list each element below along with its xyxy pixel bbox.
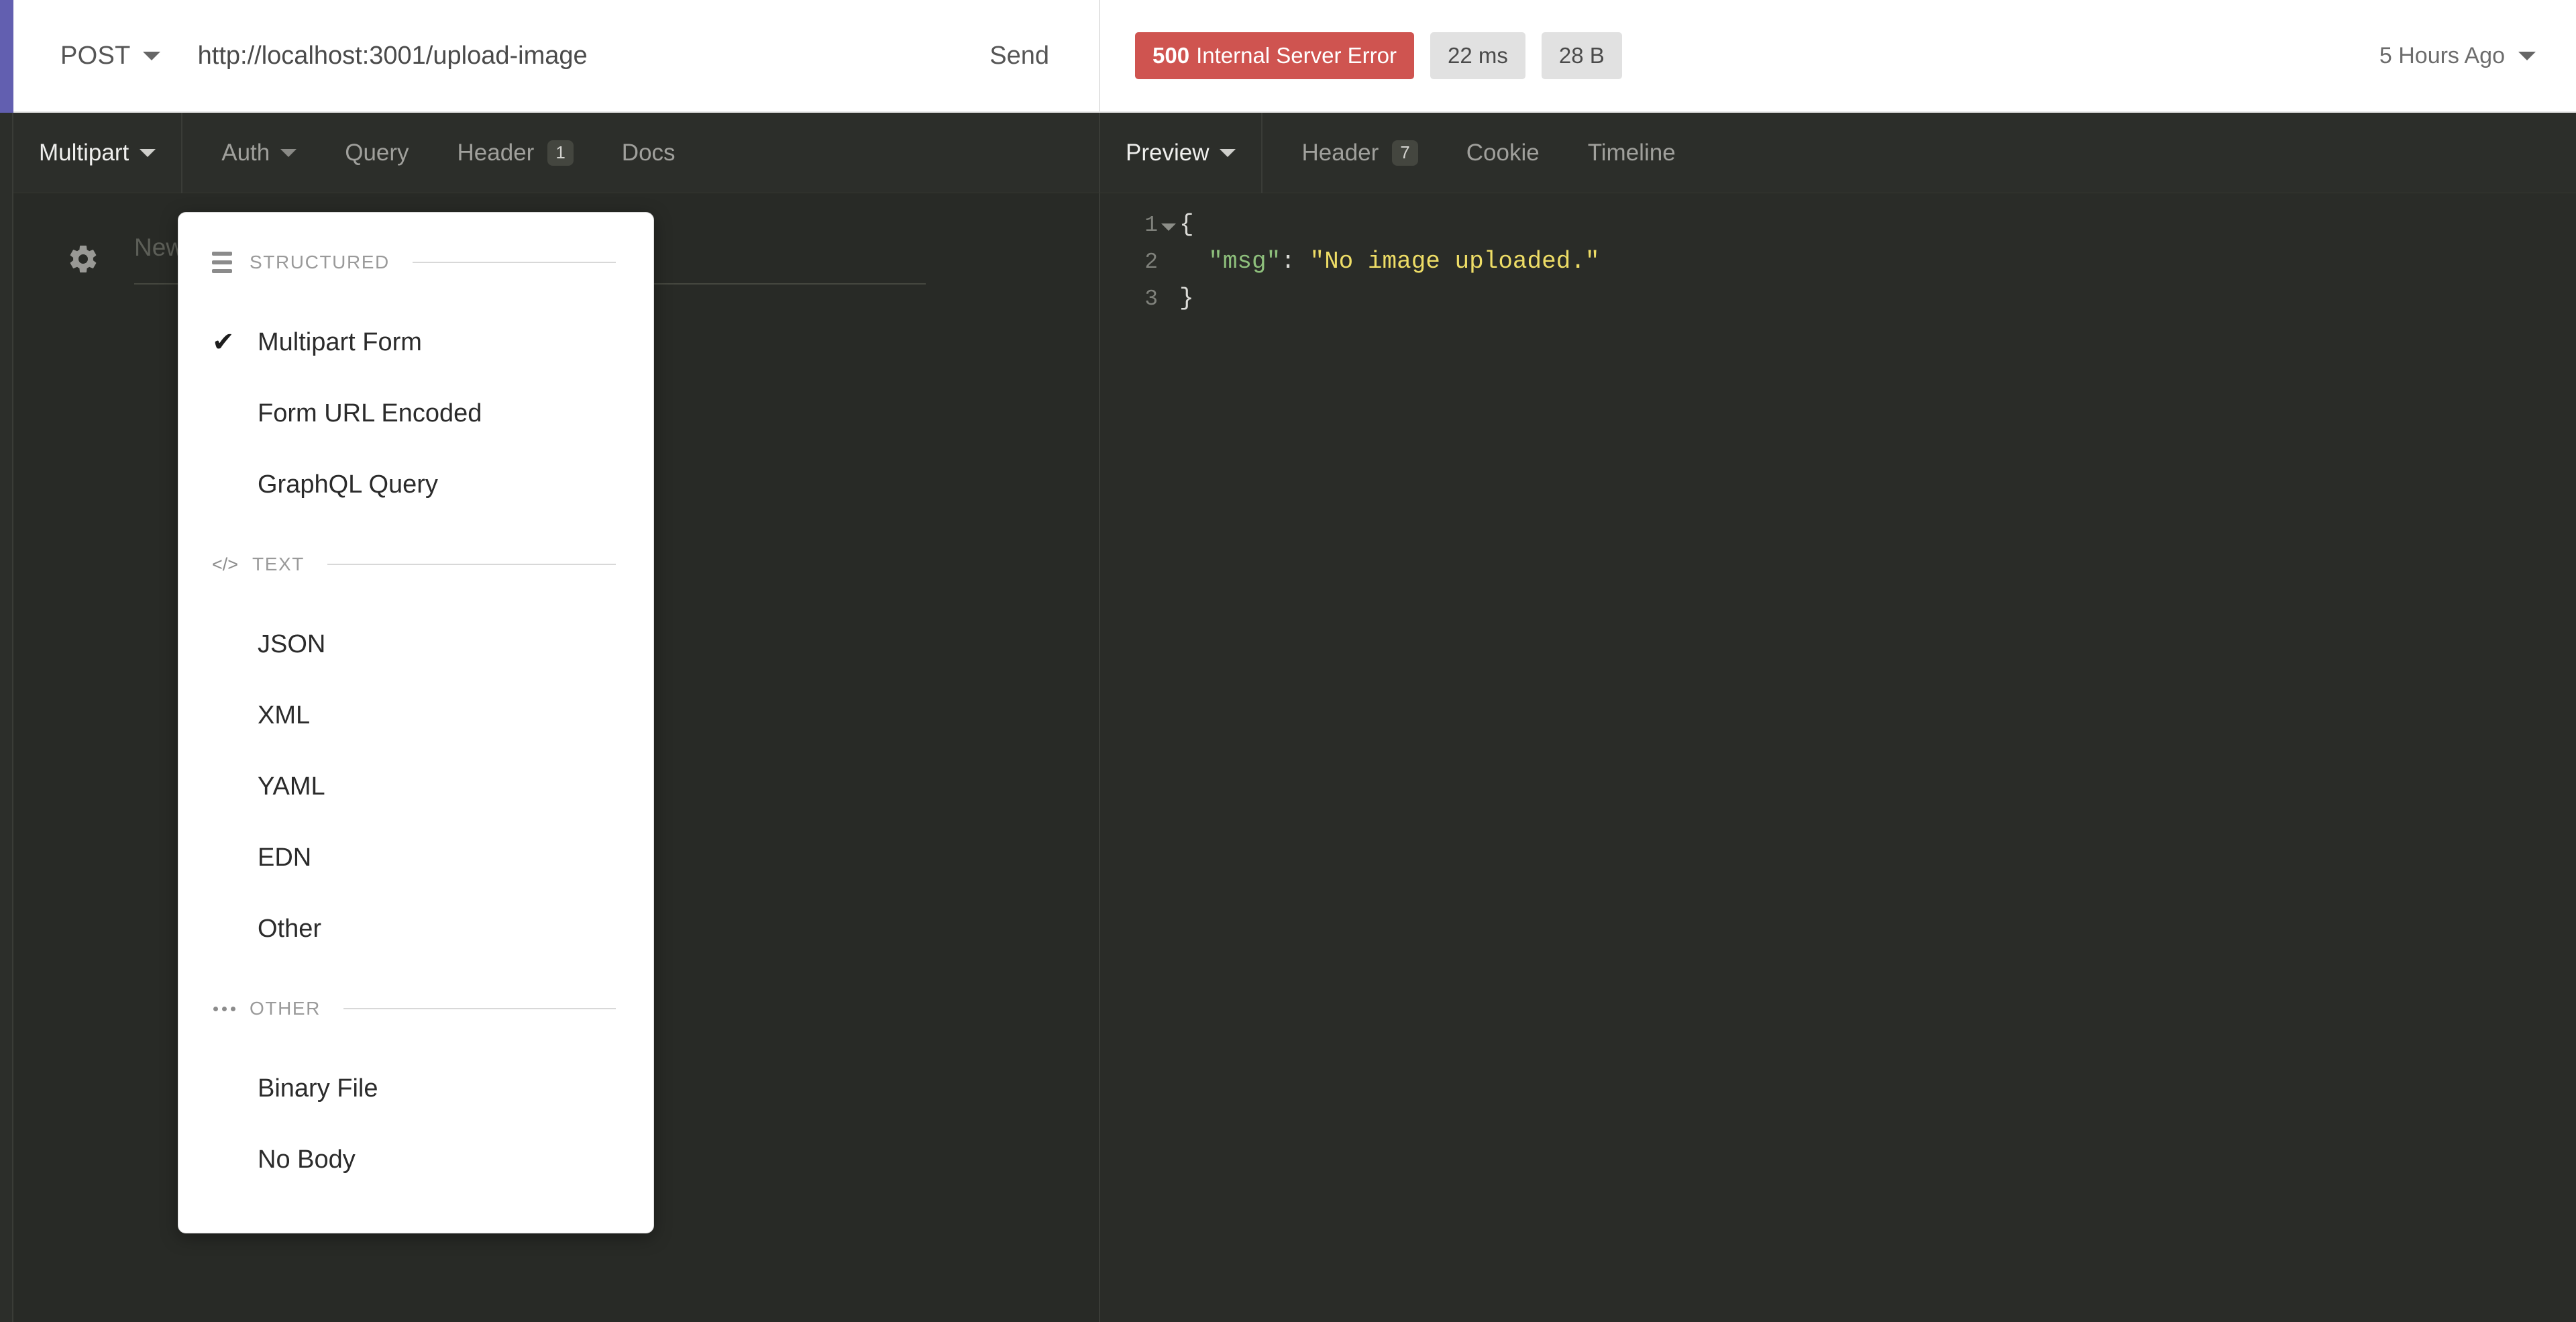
- menu-gap: [178, 589, 653, 609]
- menu-gap: [178, 1033, 653, 1053]
- tab-response-header[interactable]: Header 7: [1277, 113, 1442, 193]
- tab-query-label: Query: [345, 139, 409, 166]
- code-line: 1 {: [1100, 211, 2576, 248]
- tab-auth[interactable]: Auth: [197, 113, 321, 193]
- hamburger-icon: [212, 252, 236, 273]
- tab-auth-label: Auth: [221, 139, 270, 166]
- tab-docs[interactable]: Docs: [598, 113, 700, 193]
- menu-item-label: GraphQL Query: [258, 470, 438, 499]
- menu-item-no-body[interactable]: No Body: [178, 1124, 653, 1195]
- status-code: 500: [1152, 43, 1190, 68]
- menu-item-label: No Body: [258, 1145, 356, 1174]
- response-body-viewer[interactable]: 1 { 2 "msg": "No image uploaded." 3 }: [1099, 193, 2576, 1322]
- chevron-down-icon: [1220, 148, 1236, 157]
- menu-section-structured: STRUCTURED: [178, 238, 653, 287]
- json-punct: :: [1281, 248, 1310, 275]
- menu-gap: [178, 287, 653, 307]
- menu-item-edn[interactable]: EDN: [178, 822, 653, 893]
- chevron-down-icon: [280, 148, 297, 157]
- menu-item-label: EDN: [258, 843, 312, 872]
- tab-docs-label: Docs: [621, 139, 676, 166]
- menu-item-multipart-form[interactable]: ✔ Multipart Form: [178, 307, 653, 378]
- gear-icon[interactable]: [67, 243, 99, 275]
- tab-response-header-badge: 7: [1392, 140, 1418, 166]
- menu-section-label: OTHER: [250, 998, 321, 1019]
- code-content: "msg": "No image uploaded.": [1179, 248, 1600, 275]
- tab-response-header-label: Header: [1301, 139, 1379, 166]
- menu-section-label: TEXT: [252, 554, 305, 574]
- code-content: }: [1179, 285, 1194, 312]
- menu-section-label: STRUCTURED: [250, 252, 390, 272]
- menu-item-yaml[interactable]: YAML: [178, 751, 653, 822]
- chevron-down-icon: [142, 51, 160, 60]
- workspace-accent-strip: [0, 0, 13, 113]
- status-badge[interactable]: 500 Internal Server Error: [1135, 32, 1414, 79]
- tab-body-type-label: Multipart: [39, 139, 129, 166]
- menu-item-label: YAML: [258, 772, 325, 801]
- menu-section-rule: [412, 262, 616, 263]
- code-content: {: [1179, 211, 1194, 238]
- json-key: "msg": [1208, 248, 1281, 275]
- response-timestamp-label: 5 Hours Ago: [2379, 42, 2505, 68]
- status-text: Internal Server Error: [1196, 43, 1397, 68]
- url-input[interactable]: http://localhost:3001/upload-image: [198, 42, 990, 70]
- tab-cookie-label: Cookie: [1466, 139, 1540, 166]
- tab-preview-label: Preview: [1126, 139, 1210, 166]
- chevron-down-icon: [2518, 51, 2536, 60]
- code-line: 2 "msg": "No image uploaded.": [1100, 248, 2576, 285]
- menu-item-label: Multipart Form: [258, 327, 422, 356]
- menu-gap: [178, 520, 653, 540]
- method-selector[interactable]: POST: [13, 42, 160, 70]
- method-label: POST: [60, 41, 131, 70]
- tab-body-type[interactable]: Multipart: [13, 112, 183, 193]
- tab-header[interactable]: Header 1: [433, 113, 598, 193]
- menu-item-other-text[interactable]: Other: [178, 893, 653, 964]
- menu-section-rule: [327, 564, 616, 565]
- code-icon: </>: [212, 554, 239, 574]
- check-icon: ✔: [212, 327, 235, 357]
- chevron-down-icon: [140, 148, 156, 157]
- menu-item-label: JSON: [258, 629, 326, 658]
- tab-header-badge: 1: [547, 140, 574, 166]
- request-tab-bar: Multipart Auth Query Header 1 Docs: [13, 112, 1099, 193]
- menu-section-rule: [343, 1008, 616, 1009]
- menu-item-label: Form URL Encoded: [258, 399, 482, 427]
- request-url-bar: POST http://localhost:3001/upload-image …: [13, 0, 1099, 113]
- menu-item-graphql-query[interactable]: GraphQL Query: [178, 449, 653, 520]
- line-number: 3: [1144, 287, 1158, 311]
- ellipsis-icon: [212, 997, 236, 1021]
- menu-item-label: Other: [258, 914, 322, 943]
- menu-item-label: XML: [258, 701, 311, 729]
- line-number: 2: [1144, 250, 1158, 274]
- menu-item-json[interactable]: JSON: [178, 609, 653, 680]
- line-number: 1: [1144, 213, 1158, 238]
- menu-item-label: Binary File: [258, 1074, 378, 1103]
- body-type-dropdown-menu[interactable]: STRUCTURED ✔ Multipart Form Form URL Enc…: [178, 212, 654, 1233]
- tab-query[interactable]: Query: [321, 113, 433, 193]
- json-string-value: "No image uploaded.": [1309, 248, 1600, 275]
- response-time-badge[interactable]: 22 ms: [1430, 32, 1525, 79]
- sidebar-rail: [0, 113, 13, 1322]
- code-line: 3 }: [1100, 285, 2576, 321]
- tab-timeline-label: Timeline: [1587, 139, 1676, 166]
- menu-item-xml[interactable]: XML: [178, 680, 653, 751]
- tab-preview[interactable]: Preview: [1100, 112, 1263, 193]
- menu-gap: [178, 964, 653, 984]
- menu-section-text: </> TEXT: [178, 540, 653, 589]
- menu-section-other: OTHER: [178, 984, 653, 1033]
- code-fold-toggle[interactable]: [1158, 223, 1179, 231]
- response-status-bar: 500 Internal Server Error 22 ms 28 B 5 H…: [1099, 0, 2576, 113]
- tab-header-label: Header: [457, 139, 535, 166]
- tab-cookie[interactable]: Cookie: [1442, 113, 1564, 193]
- tab-timeline[interactable]: Timeline: [1564, 113, 1700, 193]
- response-size-badge[interactable]: 28 B: [1541, 32, 1622, 79]
- menu-item-form-url-encoded[interactable]: Form URL Encoded: [178, 378, 653, 449]
- send-button[interactable]: Send: [989, 42, 1099, 70]
- app-window: POST http://localhost:3001/upload-image …: [0, 0, 2576, 1322]
- response-history-dropdown[interactable]: 5 Hours Ago: [2379, 43, 2536, 69]
- menu-item-binary-file[interactable]: Binary File: [178, 1053, 653, 1124]
- response-tab-bar: Preview Header 7 Cookie Timeline: [1099, 112, 2576, 193]
